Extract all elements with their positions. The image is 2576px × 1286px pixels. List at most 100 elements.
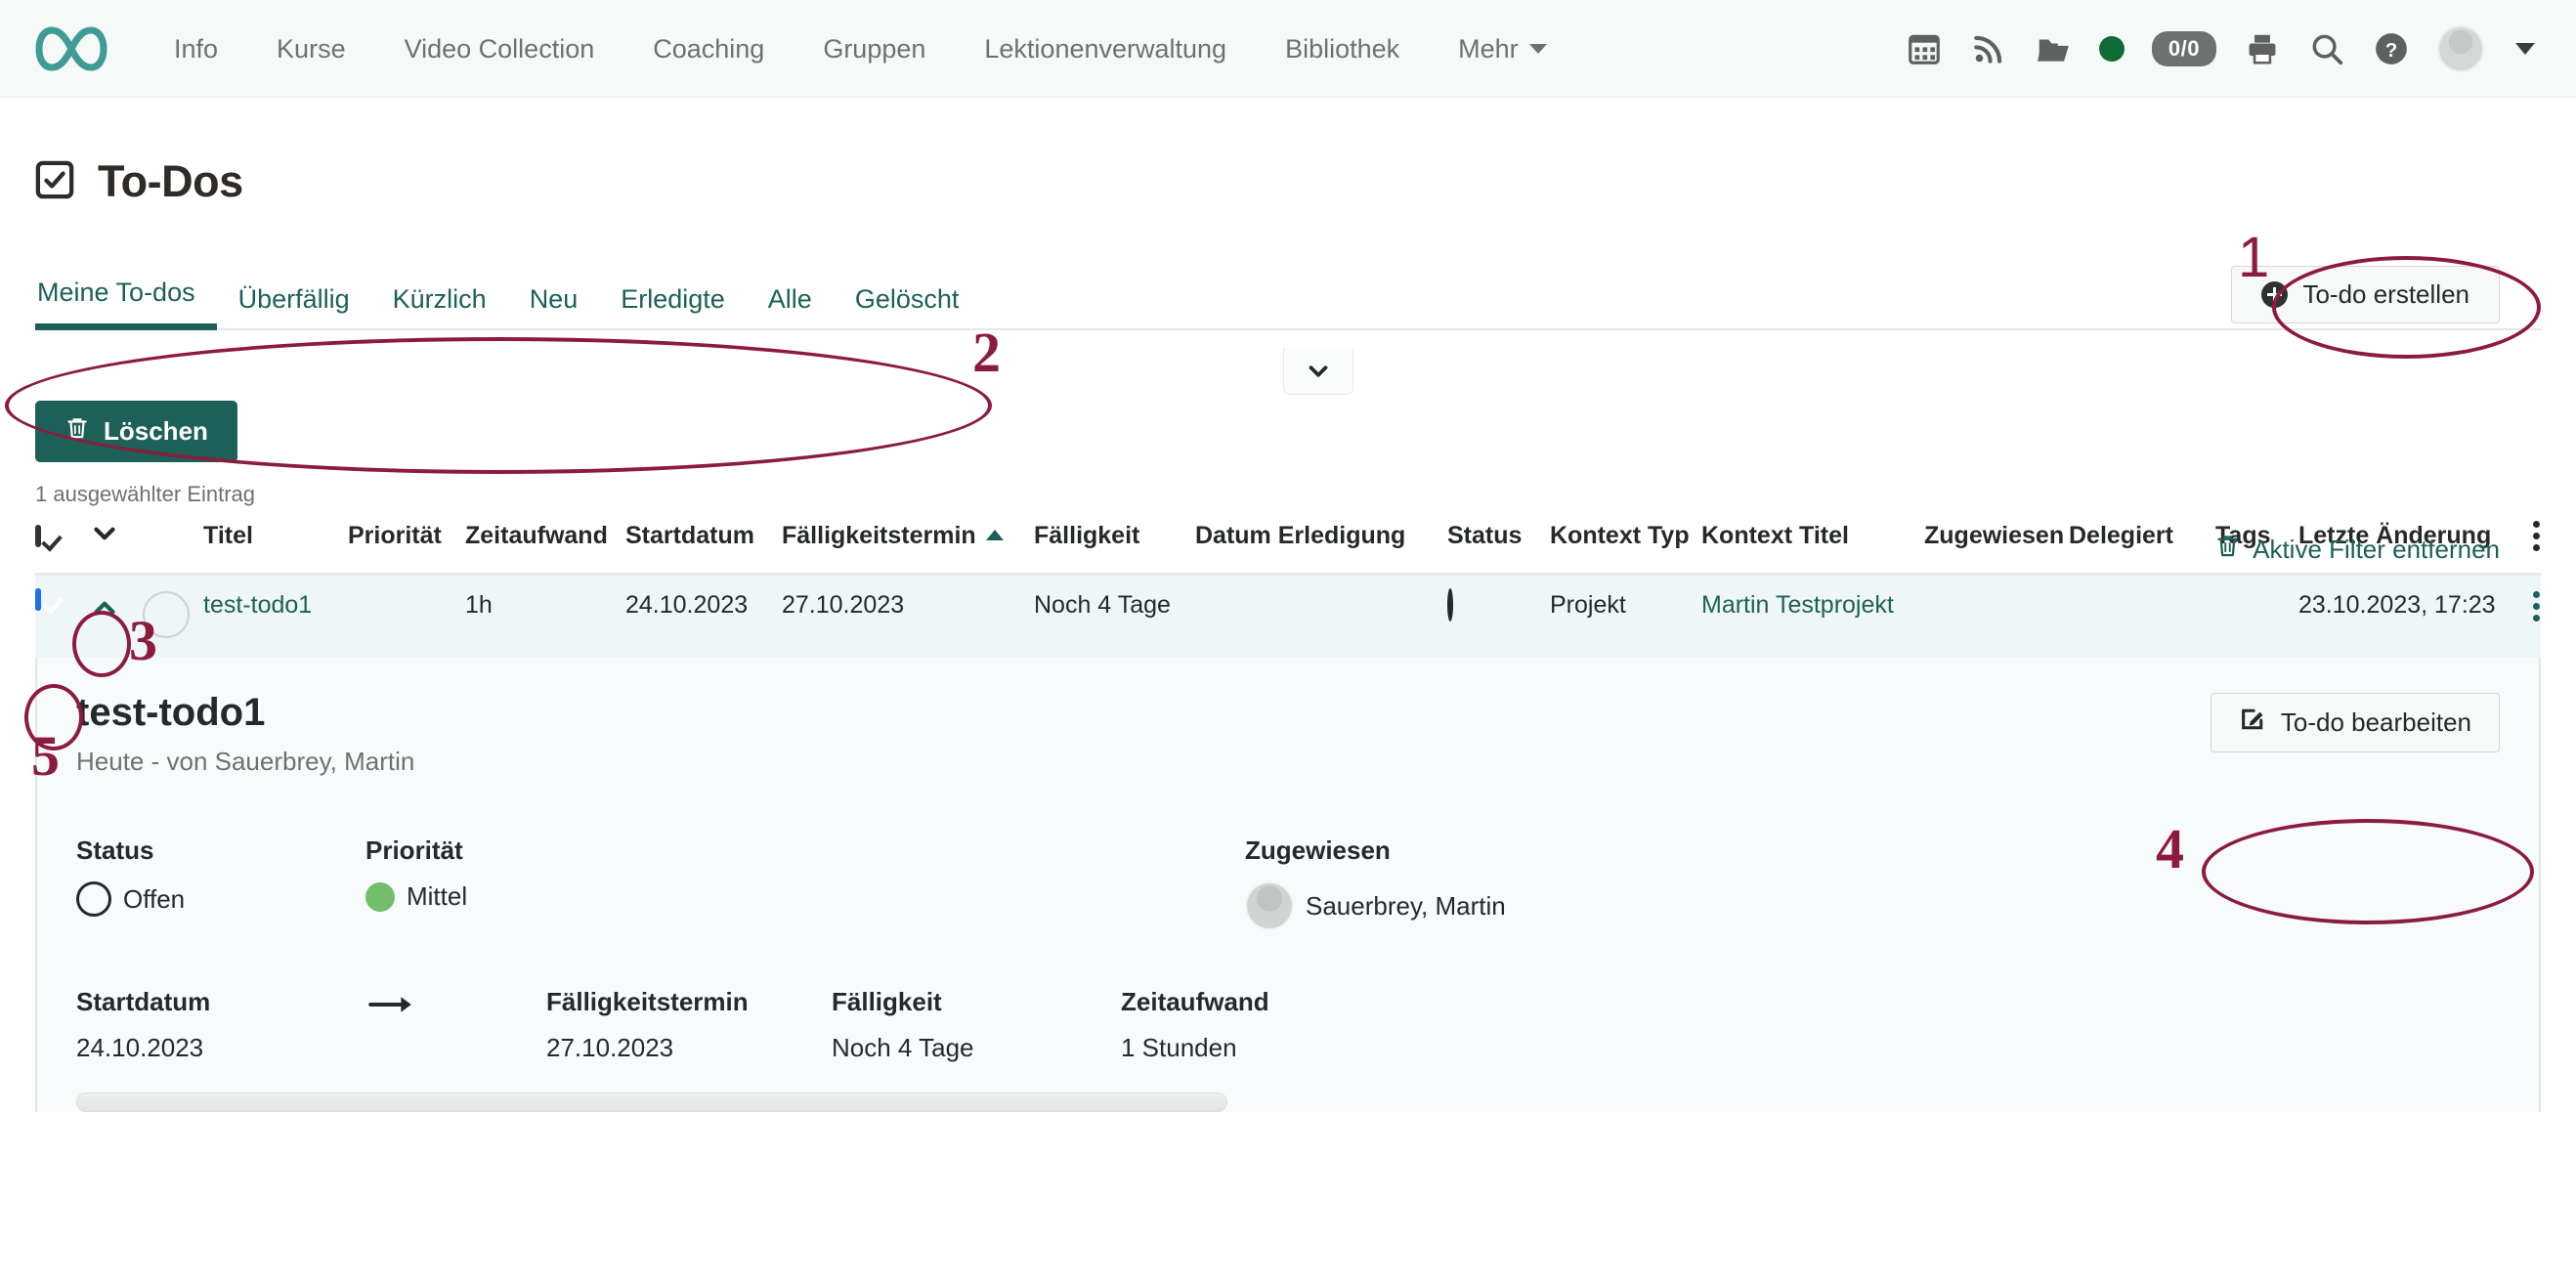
detail-field-prioritaet: Priorität Mittel xyxy=(365,836,1245,930)
detail-zugewiesen-value-wrap: Sauerbrey, Martin xyxy=(1245,881,2500,930)
cell-titel: test-todo1 xyxy=(203,591,348,620)
detail-field-faelligkeit: Fälligkeit Noch 4 Tage xyxy=(832,987,1121,1063)
remove-active-filters-link[interactable]: Aktive Filter entfernen xyxy=(2214,533,2500,566)
select-all-checkbox[interactable] xyxy=(35,525,41,547)
kontext-titel-link[interactable]: Martin Testprojekt xyxy=(1701,591,1894,619)
tab-meine-to-dos[interactable]: Meine To-dos xyxy=(35,278,217,330)
calendar-icon[interactable] xyxy=(1906,30,1943,67)
priority-dot-icon xyxy=(365,882,395,912)
chevron-down-icon xyxy=(1304,357,1333,386)
cell-faelligkeit: Noch 4 Tage xyxy=(1034,591,1195,620)
column-header-zugewiesen[interactable]: Zugewiesen xyxy=(1924,522,2069,550)
edit-todo-button[interactable]: To-do bearbeiten xyxy=(2211,693,2500,752)
tab-ueberfaellig[interactable]: Überfällig xyxy=(217,284,371,330)
column-header-startdatum[interactable]: Startdatum xyxy=(625,522,782,550)
search-icon[interactable] xyxy=(2308,30,2345,67)
nav-item-video-collection[interactable]: Video Collection xyxy=(375,0,624,98)
column-header-faelligkeitstermin[interactable]: Fälligkeitstermin xyxy=(782,522,1034,550)
tab-kuerzlich[interactable]: Kürzlich xyxy=(371,284,508,330)
expand-filters-button[interactable] xyxy=(1283,348,1353,395)
column-header-titel[interactable]: Titel xyxy=(203,522,348,550)
column-header-status[interactable]: Status xyxy=(1447,522,1550,550)
scrollbar-thumb[interactable] xyxy=(76,1093,1227,1112)
status-dot-icon[interactable] xyxy=(2099,36,2125,62)
detail-prioritaet-value-wrap: Mittel xyxy=(365,881,1245,912)
detail-faelligkeit-label: Fälligkeit xyxy=(832,987,1121,1017)
detail-startdatum-value: 24.10.2023 xyxy=(76,1033,365,1063)
avatar-chevron-down-icon[interactable] xyxy=(2515,43,2535,55)
column-header-faelligkeitstermin-label: Fälligkeitstermin xyxy=(782,522,976,549)
row-options-menu-icon[interactable] xyxy=(2509,591,2563,622)
detail-subtitle: Heute - von Sauerbrey, Martin xyxy=(76,747,2500,777)
detail-field-startdatum: Startdatum 24.10.2023 xyxy=(76,987,365,1063)
folder-icon[interactable] xyxy=(2035,30,2072,67)
detail-prioritaet-label: Priorität xyxy=(365,836,1245,866)
chevron-down-icon[interactable] xyxy=(88,517,121,550)
detail-range-arrow xyxy=(365,987,546,1025)
select-all-checkbox-cell xyxy=(35,528,88,545)
sort-ascending-icon xyxy=(986,530,1004,540)
nav-item-info[interactable]: Info xyxy=(145,0,247,98)
expand-all-cell xyxy=(88,517,143,555)
cell-zeitaufwand: 1h xyxy=(465,591,625,620)
table-row[interactable]: test-todo1 1h 24.10.2023 27.10.2023 Noch… xyxy=(35,576,2541,658)
page-title: To-Dos xyxy=(98,156,243,207)
infinity-logo[interactable] xyxy=(35,21,107,76)
column-header-delegiert[interactable]: Delegiert xyxy=(2069,522,2215,550)
rss-icon[interactable] xyxy=(1970,30,2007,67)
print-icon[interactable] xyxy=(2244,30,2281,67)
table-options-menu-icon[interactable] xyxy=(2509,521,2563,551)
detail-horizontal-scrollbar[interactable] xyxy=(76,1093,2500,1112)
row-select-checkbox[interactable] xyxy=(35,588,41,611)
counter-badge[interactable]: 0/0 xyxy=(2152,31,2216,66)
detail-prioritaet-value: Mittel xyxy=(407,881,467,912)
status-open-icon[interactable] xyxy=(1447,588,1453,622)
todo-title-link[interactable]: test-todo1 xyxy=(203,591,312,619)
nav-item-gruppen[interactable]: Gruppen xyxy=(794,0,955,98)
row-select-cell xyxy=(35,591,88,609)
detail-field-row-1: Status Offen Priorität Mittel Zugewiesen… xyxy=(76,836,2500,930)
row-options-cell xyxy=(2509,591,2563,622)
column-header-prioritaet[interactable]: Priorität xyxy=(348,522,465,550)
svg-text:?: ? xyxy=(2385,39,2398,62)
top-navigation-bar: Info Kurse Video Collection Coaching Gru… xyxy=(0,0,2576,98)
help-icon[interactable]: ? xyxy=(2373,30,2410,67)
table-options-cell xyxy=(2509,521,2563,551)
cell-faelligkeitstermin: 27.10.2023 xyxy=(782,591,1034,620)
detail-field-row-2: Startdatum 24.10.2023 Fälligkeitstermin … xyxy=(76,987,2500,1063)
tab-neu[interactable]: Neu xyxy=(508,284,600,330)
detail-field-status: Status Offen xyxy=(76,836,365,930)
tab-bar: Meine To-dos Überfällig Kürzlich Neu Erl… xyxy=(35,278,2541,330)
nav-item-lektionenverwaltung[interactable]: Lektionenverwaltung xyxy=(955,0,1256,98)
top-nav-icon-group: 0/0 ? xyxy=(1906,25,2535,72)
todo-table: Titel Priorität Zeitaufwand Startdatum F… xyxy=(35,517,2541,658)
nav-item-mehr[interactable]: Mehr xyxy=(1429,0,1576,98)
column-header-datum-erledigung[interactable]: Datum Erledigung xyxy=(1195,522,1447,550)
column-header-faelligkeit[interactable]: Fälligkeit xyxy=(1034,522,1195,550)
column-header-zeitaufwand[interactable]: Zeitaufwand xyxy=(465,522,625,550)
nav-item-coaching[interactable]: Coaching xyxy=(623,0,794,98)
nav-item-kurse[interactable]: Kurse xyxy=(247,0,375,98)
checkbox-checked-icon xyxy=(35,160,74,204)
assignee-avatar xyxy=(1245,881,1294,930)
chevron-down-icon xyxy=(1529,44,1547,54)
nav-item-bibliothek[interactable]: Bibliothek xyxy=(1256,0,1429,98)
detail-zeitaufwand-value: 1 Stunden xyxy=(1121,1033,1512,1063)
detail-status-value: Offen xyxy=(123,884,185,915)
trash-icon xyxy=(2214,533,2241,566)
tab-erledigte[interactable]: Erledigte xyxy=(599,284,747,330)
cell-zugewiesen xyxy=(1924,591,2069,620)
detail-field-zeitaufwand: Zeitaufwand 1 Stunden xyxy=(1121,987,1512,1063)
detail-startdatum-label: Startdatum xyxy=(76,987,365,1017)
delete-button[interactable]: Löschen xyxy=(35,401,237,462)
avatar[interactable] xyxy=(2437,25,2484,72)
complete-toggle-button[interactable] xyxy=(143,591,190,638)
column-header-kontext-typ[interactable]: Kontext Typ xyxy=(1550,522,1701,550)
tab-geloescht[interactable]: Gelöscht xyxy=(834,284,981,330)
chevron-up-icon[interactable] xyxy=(88,591,121,624)
detail-status-label: Status xyxy=(76,836,365,866)
edit-pencil-icon xyxy=(2239,706,2266,740)
tab-alle[interactable]: Alle xyxy=(747,284,834,330)
cell-kontext-titel: Martin Testprojekt xyxy=(1701,591,1924,620)
column-header-kontext-titel[interactable]: Kontext Titel xyxy=(1701,522,1924,550)
